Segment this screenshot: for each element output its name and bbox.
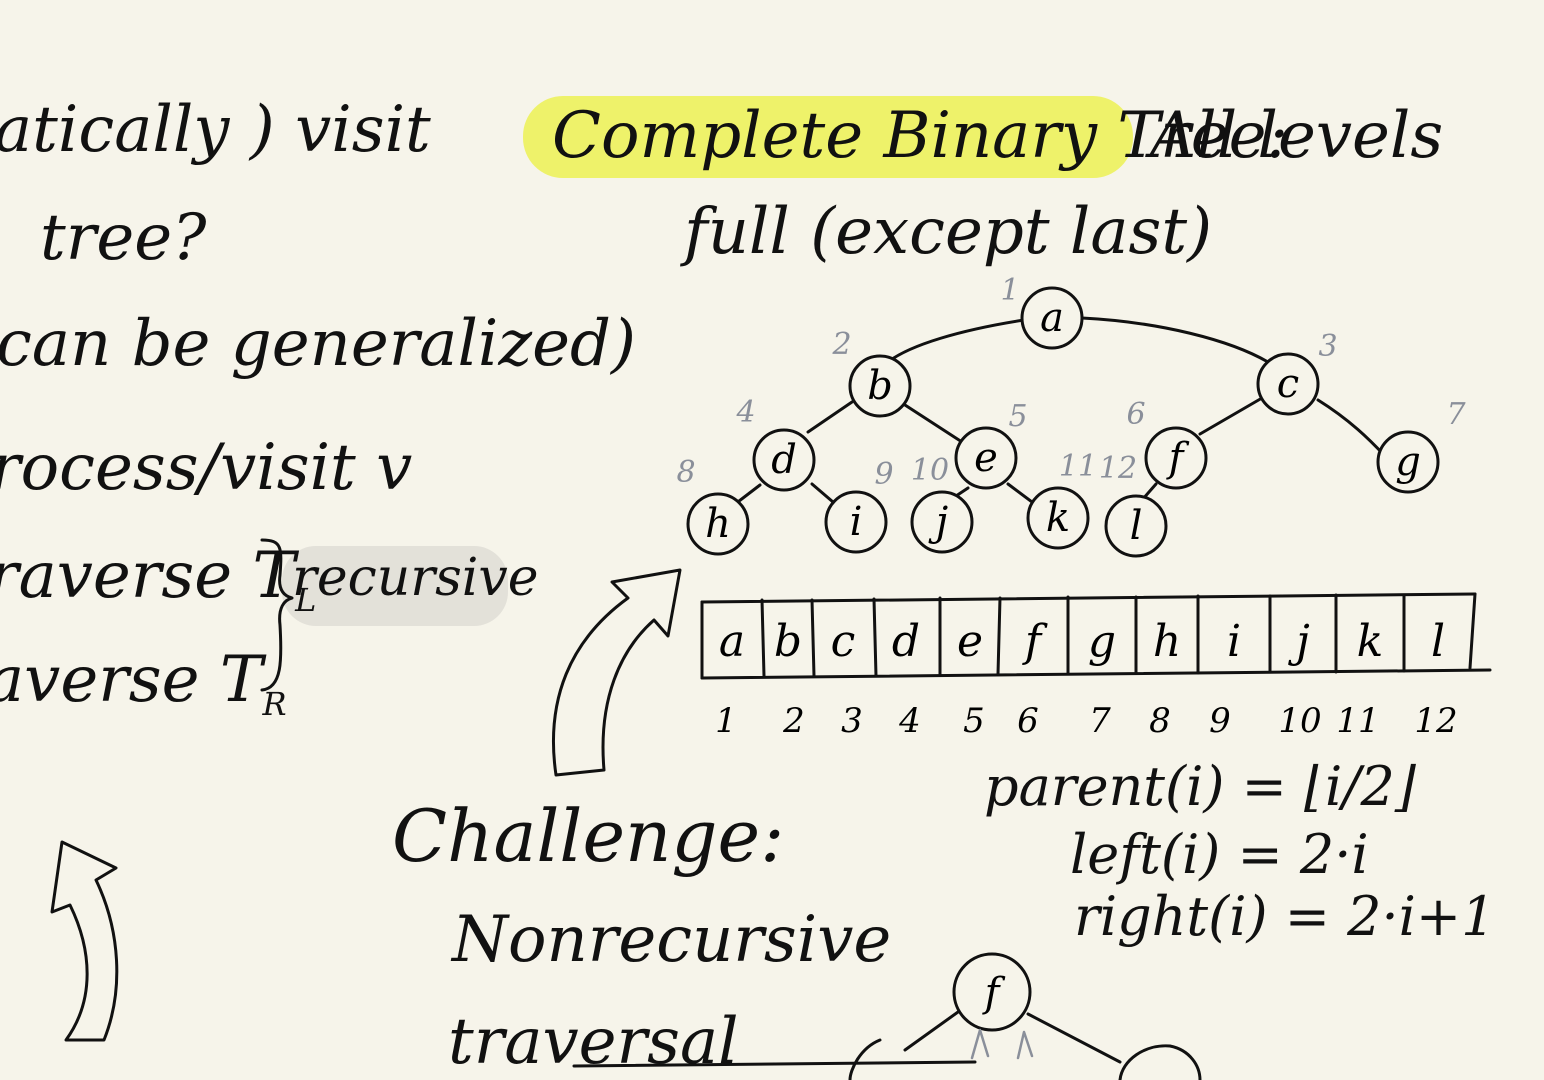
bottom-tree bbox=[848, 952, 1202, 1080]
bottom-tree-root: f bbox=[982, 970, 1006, 1016]
array-cell-c: c bbox=[831, 616, 856, 667]
array-index-12: 12 bbox=[1414, 701, 1457, 741]
tree-node-index-11: 11 bbox=[1059, 449, 1097, 484]
array-index-5: 5 bbox=[963, 701, 985, 741]
array-indices: 1 2 3 4 5 6 7 8 9 10 11 12 bbox=[715, 701, 1457, 741]
curved-arrow-middle bbox=[552, 568, 682, 777]
tree-node-label-e: e bbox=[974, 435, 998, 481]
array-cell-i: i bbox=[1227, 616, 1241, 667]
tree-node-label-a: a bbox=[1040, 295, 1064, 341]
array-index-10: 10 bbox=[1278, 701, 1321, 741]
array-index-9: 9 bbox=[1209, 701, 1231, 741]
array-index-2: 2 bbox=[782, 701, 805, 741]
tree-node-label-h: h bbox=[705, 501, 731, 547]
tree-node-index-12: 12 bbox=[1099, 451, 1137, 486]
tree-node-index-6: 6 bbox=[1126, 397, 1145, 432]
array-cell-h: h bbox=[1153, 616, 1181, 667]
tree-node-label-d: d bbox=[771, 437, 797, 483]
array-cell-j: j bbox=[1287, 616, 1310, 667]
array-cell-l: l bbox=[1431, 616, 1445, 667]
array-cell-e: e bbox=[957, 616, 983, 667]
array-index-3: 3 bbox=[841, 701, 863, 741]
array-cell-f: f bbox=[1022, 616, 1048, 667]
tree-node-index-7: 7 bbox=[1446, 397, 1466, 432]
array-cell-k: k bbox=[1357, 616, 1384, 667]
array-cell-b: b bbox=[774, 616, 802, 667]
array-cell-a: a bbox=[719, 616, 745, 667]
tree-node-index-10: 10 bbox=[911, 453, 949, 488]
array-index-6: 6 bbox=[1017, 701, 1039, 741]
drawing-canvas: a1b2c3d4e5f6g7h8i9j10k11l12 abcdefghijkl… bbox=[50, 273, 1492, 1080]
tree-node-index-2: 2 bbox=[831, 327, 851, 362]
tree-node-label-c: c bbox=[1277, 361, 1299, 407]
tree-node-index-1: 1 bbox=[1000, 273, 1019, 308]
curved-arrow-left bbox=[50, 840, 119, 1042]
tree-node-index-5: 5 bbox=[1008, 399, 1027, 434]
array-index-11: 11 bbox=[1336, 701, 1379, 741]
tree-node-label-b: b bbox=[867, 363, 893, 409]
tree-node-index-4: 4 bbox=[735, 395, 755, 430]
tree-nodes: a1b2c3d4e5f6g7h8i9j10k11l12 bbox=[676, 273, 1466, 558]
array-index-1: 1 bbox=[715, 701, 737, 741]
tree-node-index-9: 9 bbox=[874, 457, 893, 492]
array-cell-g: g bbox=[1088, 616, 1116, 667]
array-index-8: 8 bbox=[1149, 701, 1171, 741]
array-cell-d: d bbox=[892, 616, 920, 667]
curly-brace bbox=[260, 538, 294, 692]
strike-line bbox=[572, 1060, 977, 1068]
tree-node-index-3: 3 bbox=[1318, 329, 1337, 364]
array-index-7: 7 bbox=[1089, 701, 1111, 741]
tree-node-label-i: i bbox=[850, 499, 863, 545]
tree-node-label-g: g bbox=[1395, 439, 1421, 485]
tree-node-index-8: 8 bbox=[676, 455, 695, 490]
tree-node-label-l: l bbox=[1130, 503, 1143, 549]
array-index-4: 4 bbox=[898, 701, 921, 741]
tree-node-label-k: k bbox=[1046, 495, 1070, 541]
